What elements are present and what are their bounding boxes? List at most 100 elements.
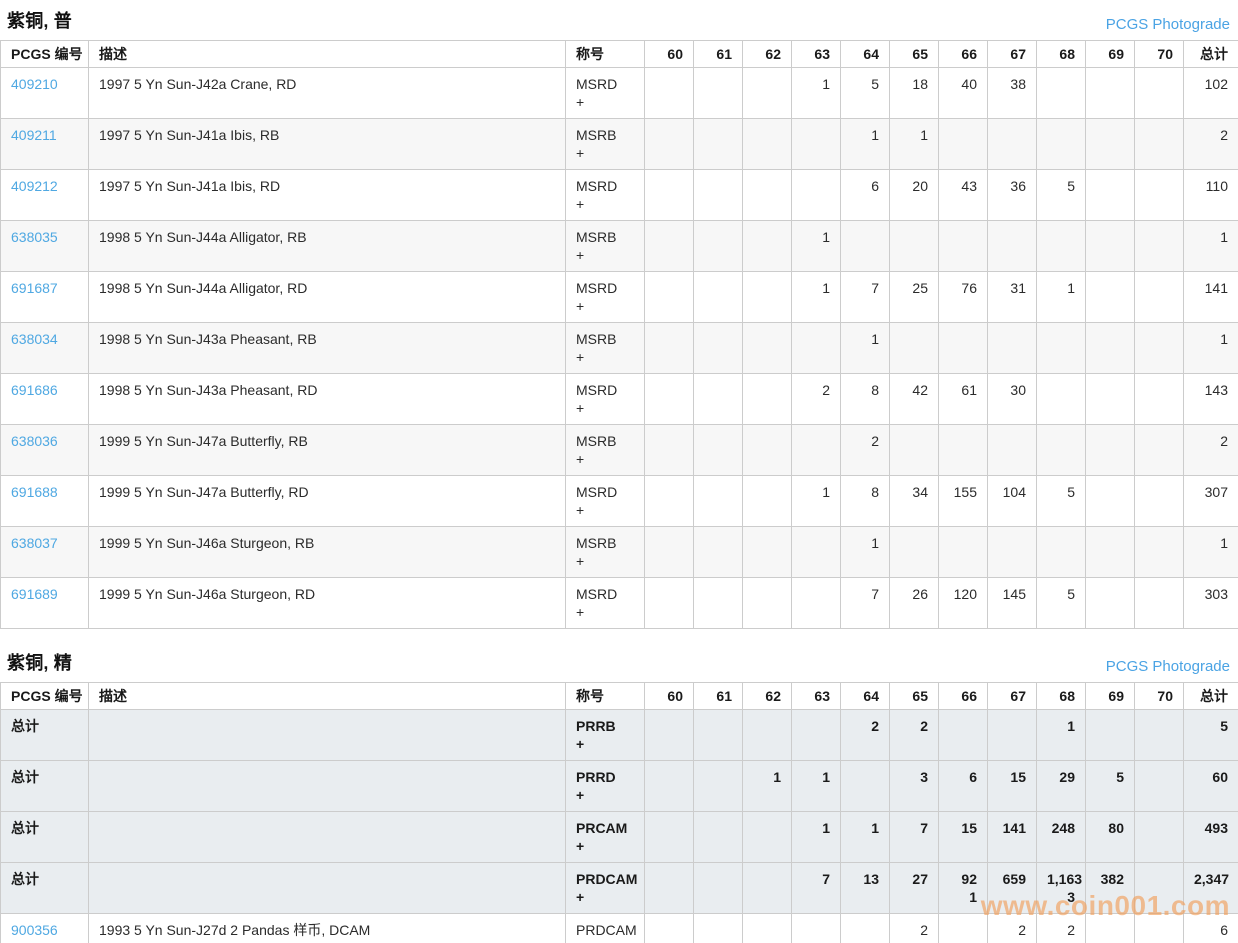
- pcgs-id-link[interactable]: 638034: [11, 331, 58, 347]
- grade-count-cell: [1037, 374, 1086, 425]
- description-cell: 1998 5 Yn Sun-J43a Pheasant, RB: [89, 323, 566, 374]
- grade-count-cell: [645, 578, 694, 629]
- grade-count-cell: 1: [792, 68, 841, 119]
- grade-count-cell: [988, 221, 1037, 272]
- col-grade-67: 67: [988, 683, 1037, 710]
- grade-count-cell: [694, 170, 743, 221]
- pcgs-id-link[interactable]: 409212: [11, 178, 58, 194]
- grade-count-cell: [1086, 578, 1135, 629]
- description-cell: [89, 761, 566, 812]
- col-grade-62: 62: [743, 41, 792, 68]
- pcgs-id-cell: 691687: [1, 272, 89, 323]
- designation-cell: PRRB+: [566, 710, 645, 761]
- grade-count-cell: [743, 68, 792, 119]
- grade-count-cell: [1135, 68, 1184, 119]
- grade-count-cell: [743, 119, 792, 170]
- pcgs-id-cell: 409210: [1, 68, 89, 119]
- grade-count-cell: 2: [890, 710, 939, 761]
- grade-count-cell: 1: [792, 221, 841, 272]
- grade-count-cell: [792, 914, 841, 943]
- grade-count-cell: [939, 425, 988, 476]
- grade-count-cell: [1086, 914, 1135, 943]
- pcgs-id-cell: 638036: [1, 425, 89, 476]
- grade-count-cell: [743, 221, 792, 272]
- grade-count-cell: [743, 914, 792, 943]
- grade-count-cell: 8: [841, 476, 890, 527]
- photograde-link[interactable]: PCGS Photograde: [1106, 16, 1230, 33]
- grade-count-cell: [792, 425, 841, 476]
- pcgs-id-cell: 900356: [1, 914, 89, 943]
- grade-count-cell: 155: [939, 476, 988, 527]
- row-total-label-cell: 总计: [1, 812, 89, 863]
- grade-count-cell: 921: [939, 863, 988, 914]
- pcgs-id-cell: 691689: [1, 578, 89, 629]
- pcgs-id-link[interactable]: 638036: [11, 433, 58, 449]
- designation-cell: PRCAM+: [566, 812, 645, 863]
- population-table: PCGS 编号描述称号6061626364656667686970总计 4092…: [0, 40, 1238, 629]
- grade-count-cell: 5: [1037, 476, 1086, 527]
- pcgs-id-link[interactable]: 691688: [11, 484, 58, 500]
- pcgs-id-link[interactable]: 409211: [11, 127, 57, 143]
- grade-count-cell: 6: [939, 761, 988, 812]
- pcgs-id-cell: 409212: [1, 170, 89, 221]
- grade-count-cell: [1086, 170, 1135, 221]
- pcgs-id-link[interactable]: 691687: [11, 280, 58, 296]
- total-count-cell: 102: [1184, 68, 1238, 119]
- grade-count-cell: [1037, 425, 1086, 476]
- grade-count-cell: 104: [988, 476, 1037, 527]
- grade-count-cell: [890, 425, 939, 476]
- pcgs-id-link[interactable]: 691689: [11, 586, 58, 602]
- grade-count-cell: [645, 812, 694, 863]
- grade-count-cell: [1086, 221, 1135, 272]
- grade-count-cell: [694, 761, 743, 812]
- col-grade-61: 61: [694, 41, 743, 68]
- table-row: 6916861998 5 Yn Sun-J43a Pheasant, RDMSR…: [1, 374, 1238, 425]
- section-title: 紫铜, 精: [7, 649, 72, 675]
- grade-count-cell: [694, 578, 743, 629]
- grade-count-cell: [792, 578, 841, 629]
- row-total-label-cell: 总计: [1, 761, 89, 812]
- description-cell: 1999 5 Yn Sun-J47a Butterfly, RD: [89, 476, 566, 527]
- grade-count-cell: [743, 170, 792, 221]
- grade-count-cell: [645, 272, 694, 323]
- col-pcgs-id: PCGS 编号: [1, 683, 89, 710]
- grade-count-cell: 15: [939, 812, 988, 863]
- grade-count-cell: [792, 119, 841, 170]
- grade-count-cell: [645, 119, 694, 170]
- table-row: 总计PRDCAM+713279216591,16333822,347: [1, 863, 1238, 914]
- grade-count-cell: [939, 221, 988, 272]
- description-cell: 1999 5 Yn Sun-J46a Sturgeon, RB: [89, 527, 566, 578]
- table-row: 6380341998 5 Yn Sun-J43a Pheasant, RBMSR…: [1, 323, 1238, 374]
- grade-count-cell: 1: [743, 761, 792, 812]
- grade-count-cell: 3: [890, 761, 939, 812]
- total-count-cell: 60: [1184, 761, 1238, 812]
- grade-count-cell: [645, 170, 694, 221]
- grade-count-cell: [792, 323, 841, 374]
- photograde-link[interactable]: PCGS Photograde: [1106, 658, 1230, 675]
- grade-count-cell: 1: [841, 527, 890, 578]
- pcgs-id-link[interactable]: 900356: [11, 922, 58, 938]
- grade-count-cell: [694, 527, 743, 578]
- grade-count-cell: [694, 221, 743, 272]
- pcgs-id-link[interactable]: 409210: [11, 76, 58, 92]
- grade-count-cell: 5: [1037, 578, 1086, 629]
- pcgs-id-link[interactable]: 638037: [11, 535, 58, 551]
- grade-count-cell: [939, 119, 988, 170]
- grade-count-cell: 382: [1086, 863, 1135, 914]
- designation-cell: MSRD+: [566, 272, 645, 323]
- grade-count-cell: 2: [988, 914, 1037, 943]
- grade-count-cell: [645, 527, 694, 578]
- total-count-cell: 2: [1184, 425, 1238, 476]
- grade-count-cell: [1037, 221, 1086, 272]
- header-row: PCGS 编号描述称号6061626364656667686970总计: [1, 683, 1238, 710]
- grade-count-cell: 1: [841, 812, 890, 863]
- grade-count-cell: 6: [841, 170, 890, 221]
- description-cell: [89, 710, 566, 761]
- pcgs-id-link[interactable]: 638035: [11, 229, 58, 245]
- grade-count-cell: 7: [890, 812, 939, 863]
- col-total: 总计: [1184, 683, 1238, 710]
- grade-count-cell: [645, 914, 694, 943]
- pcgs-id-link[interactable]: 691686: [11, 382, 58, 398]
- grade-count-cell: 141: [988, 812, 1037, 863]
- designation-cell: MSRD+: [566, 68, 645, 119]
